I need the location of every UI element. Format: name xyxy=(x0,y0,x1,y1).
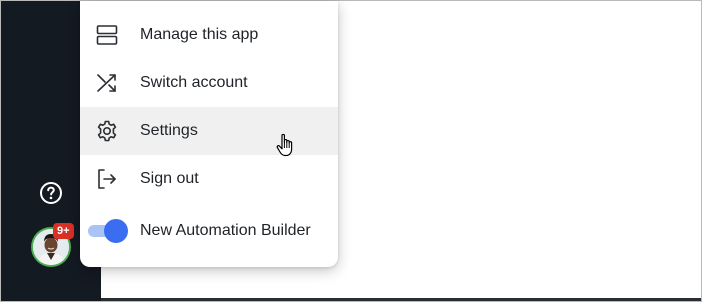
app-window: 9+ Manage this app Switch account Settin… xyxy=(0,0,702,302)
shuffle-icon xyxy=(95,71,119,95)
menu-item-settings[interactable]: Settings xyxy=(80,107,338,155)
help-icon[interactable] xyxy=(39,181,63,205)
menu-item-label: Sign out xyxy=(140,170,199,187)
menu-item-manage-app[interactable]: Manage this app xyxy=(80,11,338,59)
notification-badge: 9+ xyxy=(53,223,74,239)
toggle-label: New Automation Builder xyxy=(140,222,311,239)
account-dropdown-menu: Manage this app Switch account Settings … xyxy=(80,1,338,267)
menu-item-label: Switch account xyxy=(140,74,248,91)
gear-icon xyxy=(95,119,119,143)
toggle-knob xyxy=(104,219,128,243)
menu-item-sign-out[interactable]: Sign out xyxy=(80,155,338,203)
server-stack-icon xyxy=(95,23,119,47)
menu-item-label: Settings xyxy=(140,122,198,139)
menu-item-label: Manage this app xyxy=(140,26,259,43)
menu-item-switch-account[interactable]: Switch account xyxy=(80,59,338,107)
sign-out-icon xyxy=(95,167,119,191)
new-automation-builder-toggle[interactable] xyxy=(88,219,128,243)
